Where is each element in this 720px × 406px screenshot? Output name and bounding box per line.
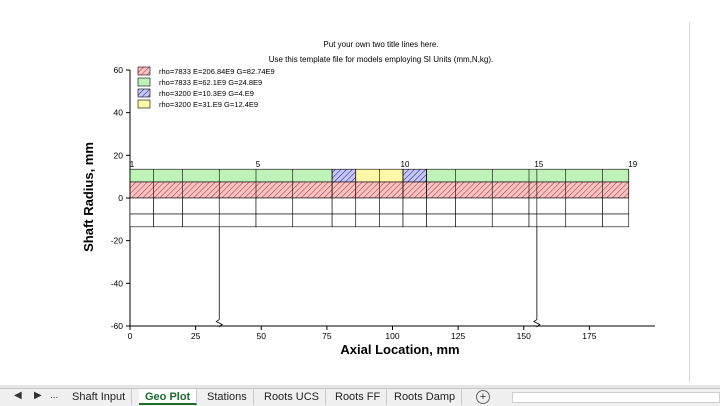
shaft-lower-outer-outline [379,213,404,228]
y-tick-label: 0 [118,193,123,203]
shaft-lower-core-outline [331,197,357,215]
shaft-lower-core-outline [426,197,456,215]
tab-roots-damp[interactable]: Roots Damp [388,389,463,405]
shaft-outer-element [426,168,630,183]
shaft-lower-core-outline [602,197,630,215]
shaft-lower-core-outline [379,197,404,215]
tab-geo-plot[interactable]: Geo Plot [139,389,198,405]
legend-entry-label: rho=7833 E=62.1E9 G=24.8E9 [159,78,262,87]
shaft-core-element [426,181,630,199]
shaft-lower-outer-outline [129,213,154,228]
shaft-lower-core-outline [292,197,333,215]
shaft-lower-outer-outline [402,213,427,228]
legend-swatch [137,99,151,109]
tab-shaft-input[interactable]: Shaft Input [66,389,133,405]
legend-entry-label: rho=3200 E=10.3E9 G=4.E9 [159,89,254,98]
x-tick-label: 175 [582,331,596,341]
station-number-label: 10 [401,160,410,169]
shaft-lower-outer-outline [331,213,357,228]
shaft-outer-element [402,168,427,183]
x-tick-label: 50 [257,331,267,341]
shaft-lower-outer-outline [153,213,183,228]
shaft-outer-element [129,168,333,183]
plot-title-line-1: Put your own two title lines here. [323,40,438,49]
shaft-lower-outer-outline [528,213,538,228]
legend-entry-label: rho=7833 E=206.84E9 G=82.74E9 [159,67,275,76]
plot-title-line-2: Use this template file for models employ… [269,55,494,64]
x-tick-label: 25 [191,331,201,341]
shaft-lower-outer-outline [491,213,530,228]
add-sheet-icon[interactable]: + [476,390,490,404]
shaft-lower-core-outline [455,197,493,215]
shaft-lower-outer-outline [602,213,630,228]
y-tick-label: 40 [114,108,124,118]
tab-stations[interactable]: Stations [201,389,254,405]
tab-roots-ucs[interactable]: Roots UCS [258,389,327,405]
x-tick-label: 125 [451,331,465,341]
x-tick-label: 150 [517,331,531,341]
legend-swatch [137,88,151,98]
shaft-lower-outer-outline [536,213,567,228]
tab-scroll-right-icon[interactable]: ▶ [34,390,42,401]
shaft-lower-outer-outline [565,213,603,228]
legend: rho=7833 E=206.84E9 G=82.74E9 rho=7833 E=… [137,66,275,109]
shaft-core-element [402,181,427,199]
legend-entry-label: rho=3200 E=31.E9 G=12.4E9 [159,100,258,109]
shaft-lower-outer-outline [182,213,220,228]
geo-plot-chart[interactable]: Put your own two title lines here. Use t… [75,22,690,382]
y-axis-label: Shaft Radius, mm [81,142,96,252]
shaft-outer-element [331,168,357,183]
shaft-lower-core-outline [565,197,603,215]
shaft-lower-core-outline [355,197,380,215]
station-number-label: 19 [628,160,637,169]
shaft-core-element [331,181,357,199]
chart-svg: Put your own two title lines here. Use t… [81,40,655,357]
shaft-lower-core-outline [129,197,154,215]
tab-scroll-left-icon[interactable]: ◀ [14,390,22,401]
x-tick-label: 75 [322,331,332,341]
y-tick-label: 20 [114,150,124,160]
shaft-lower-core-outline [218,197,257,215]
shaft-geometry [129,168,630,328]
shaft-lower-core-outline [528,197,538,215]
x-tick-label: 100 [385,331,399,341]
shaft-lower-outer-outline [455,213,493,228]
shaft-lower-core-outline [182,197,220,215]
station-number-label: 5 [256,160,261,169]
y-tick-label: -20 [111,236,124,246]
tab-roots-ff[interactable]: Roots FF [329,389,388,405]
shaft-lower-core-outline [153,197,183,215]
y-tick-label: -40 [111,278,124,288]
shaft-lower-outer-outline [255,213,294,228]
worksheet-area[interactable]: Put your own two title lines here. Use t… [0,0,720,385]
station-labels: 1 5 10 15 19 [130,160,638,169]
shaft-lower-core-outline [536,197,567,215]
shaft-lower-outer-outline [292,213,333,228]
shaft-lower-outer-outline [426,213,456,228]
tab-overflow-ellipsis[interactable]: ... [50,390,58,401]
y-tick-label: -60 [111,321,124,331]
legend-swatch [137,77,151,87]
legend-swatch [137,66,151,76]
horizontal-scrollbar[interactable] [512,392,720,403]
shaft-lower-outer-outline [355,213,380,228]
shaft-lower-core-outline [491,197,530,215]
station-number-label: 1 [130,160,135,169]
sheet-tab-bar: ◀ ▶ ... Shaft Input Geo Plot Stations Ro… [0,388,720,406]
shaft-core-element [129,181,333,199]
x-tick-label: 0 [128,331,133,341]
shaft-lower-core-outline [255,197,294,215]
shaft-lower-outer-outline [218,213,257,228]
shaft-lower-core-outline [402,197,427,215]
y-tick-label: 60 [114,65,124,75]
station-number-label: 15 [534,160,543,169]
x-axis-label: Axial Location, mm [340,342,459,357]
